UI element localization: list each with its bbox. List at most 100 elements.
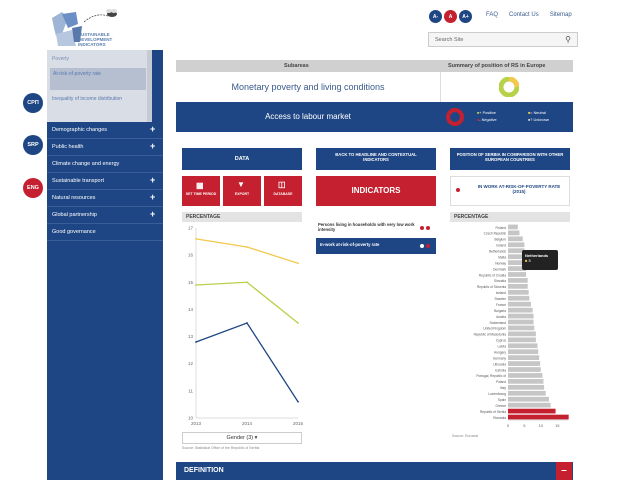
x-tick-label: 2014: [242, 421, 253, 426]
bar: [508, 224, 518, 230]
collapse-definition-button[interactable]: –: [556, 462, 572, 480]
bar: [508, 301, 531, 307]
indicator-item-in-work-poverty[interactable]: In-work at-risk-of-poverty rate: [316, 238, 436, 254]
bar: [508, 307, 533, 313]
bar-chart-tooltip: Netherlands ■ 5: [522, 250, 558, 270]
bar: [508, 283, 528, 289]
subareas-header-bar: Subareas Summary of position of RS in Eu…: [176, 60, 573, 72]
definition-section-header[interactable]: DEFINITION: [176, 462, 573, 480]
sidebar-scrollbar[interactable]: [147, 50, 152, 122]
bar: [508, 313, 534, 319]
category-label: Germany: [493, 356, 507, 360]
category-label: Luxembourg: [488, 392, 506, 396]
x-tick-label: 10: [539, 423, 544, 428]
source-right: Source: Eurostat: [452, 434, 479, 438]
sidebar-subitem[interactable]: Inequality of income distribution: [52, 96, 142, 102]
calendar-icon: ▦: [196, 181, 204, 190]
x-tick-label: 15: [555, 423, 560, 428]
sidebar-item-natural[interactable]: Natural resources: [47, 190, 163, 207]
category-label: Switzerland: [490, 321, 507, 325]
y-tick-label: 11: [188, 388, 193, 393]
font-decrease-button[interactable]: A-: [429, 10, 442, 23]
subarea-monetary-poverty[interactable]: Monetary poverty and living conditions: [176, 72, 440, 102]
bar: [508, 337, 536, 343]
bar: [508, 343, 538, 349]
category-label: Estonia: [495, 368, 506, 372]
category-label: Republic of Croatia: [479, 273, 506, 277]
summary-cell: [440, 72, 573, 102]
bullet-icon: [456, 188, 460, 192]
definition-label: DEFINITION: [184, 467, 224, 474]
bar: [508, 414, 569, 420]
faq-link[interactable]: FAQ: [486, 12, 498, 18]
x-tick-label: 5: [523, 423, 526, 428]
series-line: [195, 238, 299, 264]
expand-plus-icon[interactable]: +: [150, 175, 155, 185]
indicator-item-low-work-intensity[interactable]: Persons living in households with very l…: [318, 222, 418, 232]
contact-link[interactable]: Contact Us: [509, 12, 539, 18]
y-tick-label: 15: [188, 280, 194, 285]
data-button[interactable]: DATA: [182, 148, 302, 170]
bar: [508, 396, 549, 402]
expand-plus-icon[interactable]: +: [150, 192, 155, 202]
set-time-period-button[interactable]: ▦ SET TIME PERIOD: [182, 176, 220, 206]
summary-header: Summary of position of RS in Europe: [448, 63, 546, 69]
back-to-headline-button[interactable]: BACK TO HEADLINE AND CONTEXTUAL INDICATO…: [316, 148, 436, 170]
sidebar-item-health[interactable]: Public health: [47, 139, 163, 156]
category-label: Romania: [493, 416, 506, 420]
legend-positive: ■+ Positive: [477, 111, 496, 115]
bar: [508, 278, 528, 283]
category-label: Sweden: [494, 297, 506, 301]
lang-english-button[interactable]: ENG: [23, 178, 43, 198]
line-chart-percentage-label: PERCENTAGE: [182, 212, 302, 222]
sidebar-subitem-active[interactable]: At-risk-of-poverty rate: [50, 68, 146, 90]
bar-chart-percentage-label: PERCENTAGE: [450, 212, 570, 222]
summary-donut-icon: [499, 77, 519, 97]
category-label: Slovakia: [494, 279, 506, 283]
source-left: Source: Statistical Office of the Republ…: [182, 446, 260, 450]
lang-cyrillic-button[interactable]: СРП: [23, 93, 43, 113]
database-button[interactable]: ◫ DATABASE: [264, 176, 302, 206]
sidebar-item-global[interactable]: Global partnership: [47, 207, 163, 224]
category-label: Latvia: [497, 345, 506, 349]
subarea-labour-market[interactable]: Access to labour market: [176, 102, 440, 132]
logo-text: SUSTAINABLE DEVELOPMENT INDICATORS: [78, 32, 113, 47]
expand-plus-icon[interactable]: +: [150, 124, 155, 134]
font-normal-button[interactable]: A: [444, 10, 457, 23]
font-size-controls: A- A A+: [429, 10, 472, 23]
sidebar-item-transport[interactable]: Sustainable transport: [47, 173, 163, 190]
lang-serbian-latin-button[interactable]: SRP: [23, 135, 43, 155]
data-point: [297, 400, 299, 403]
sidebar-item-climate[interactable]: Climate change and energy: [47, 156, 163, 173]
category-label: Ireland: [496, 244, 506, 248]
category-label: Belgium: [494, 238, 506, 242]
category-label: Lithuania: [493, 362, 506, 366]
data-point: [246, 322, 248, 324]
bar: [508, 349, 539, 355]
category-label: Hungary: [494, 350, 506, 354]
position-of-serbia-button[interactable]: POSITION OF SERBIA IN COMPARISON WITH OT…: [450, 148, 570, 170]
search-icon[interactable]: ⚲: [565, 35, 571, 44]
bar: [508, 379, 544, 384]
font-increase-button[interactable]: A+: [459, 10, 472, 23]
indicators-button[interactable]: INDICATORS: [316, 176, 436, 206]
sitemap-link[interactable]: Sitemap: [550, 12, 572, 18]
line-chart: 10 11 12 13 14 15 16 17 2013 2014 2015: [188, 226, 304, 427]
category-label: Austria: [496, 315, 506, 319]
y-tick-label: 13: [188, 334, 194, 339]
expand-plus-icon[interactable]: +: [150, 141, 155, 151]
position-indicator-title: IN WORK AT-RISK-OF-POVERTY RATE (2015): [477, 184, 561, 194]
legend-negative: ■- Negative: [477, 118, 497, 122]
sidebar-item-governance[interactable]: Good governance: [47, 224, 163, 241]
bar: [508, 236, 523, 242]
bar: [508, 361, 541, 366]
export-button[interactable]: ▼ EXPORT: [223, 176, 261, 206]
data-point: [297, 322, 299, 324]
sidebar-subitem[interactable]: Poverty: [52, 56, 69, 62]
x-tick-label: 2015: [293, 421, 304, 426]
expand-plus-icon[interactable]: +: [150, 209, 155, 219]
search-input[interactable]: Search Site ⚲: [428, 32, 578, 47]
y-tick-label: 16: [188, 253, 194, 258]
sidebar-item-demographic[interactable]: Demographic changes: [47, 122, 163, 139]
gender-select[interactable]: Gender (3) ▾: [182, 432, 302, 444]
